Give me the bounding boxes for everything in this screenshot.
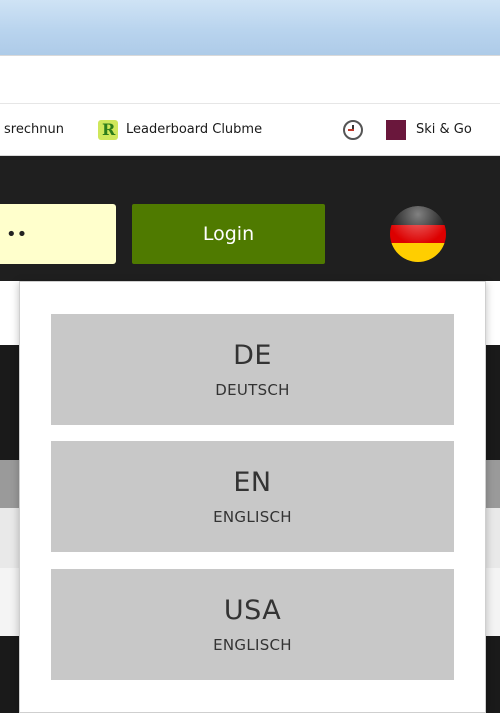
language-code: DE	[233, 339, 272, 371]
language-dropdown: DE DEUTSCH EN ENGLISCH USA ENGLISCH	[19, 281, 486, 713]
language-option-de[interactable]: DE DEUTSCH	[51, 314, 454, 425]
language-name: ENGLISCH	[213, 635, 292, 654]
language-name: ENGLISCH	[213, 507, 292, 526]
bookmark-item[interactable]	[343, 104, 367, 155]
language-code: EN	[233, 466, 272, 498]
bookmark-item[interactable]: Leaderboard Clubme	[98, 104, 318, 155]
bookmark-item[interactable]: Ski & Go	[386, 104, 500, 155]
leaderboard-r-icon	[98, 119, 118, 140]
bookmarks-bar: srechnun Leaderboard Clubme Ski & Go	[0, 103, 500, 156]
maroon-square-icon	[386, 119, 406, 140]
language-code: USA	[223, 594, 282, 626]
login-button[interactable]: Login	[132, 204, 325, 264]
german-flag-icon[interactable]	[390, 206, 446, 262]
language-option-usa[interactable]: USA ENGLISCH	[51, 569, 454, 680]
language-name: DEUTSCH	[215, 380, 290, 399]
bookmark-label: Leaderboard Clubme	[126, 122, 263, 137]
language-option-en[interactable]: EN ENGLISCH	[51, 441, 454, 552]
login-button-label: Login	[202, 223, 255, 245]
browser-toolbar	[0, 55, 500, 103]
clock-icon	[343, 119, 363, 140]
password-field[interactable]	[0, 204, 116, 264]
window-titlebar	[0, 0, 500, 55]
bookmark-label: Ski & Go	[416, 122, 472, 137]
bookmark-item[interactable]: srechnun	[4, 104, 90, 155]
bookmark-label: srechnun	[4, 122, 64, 137]
